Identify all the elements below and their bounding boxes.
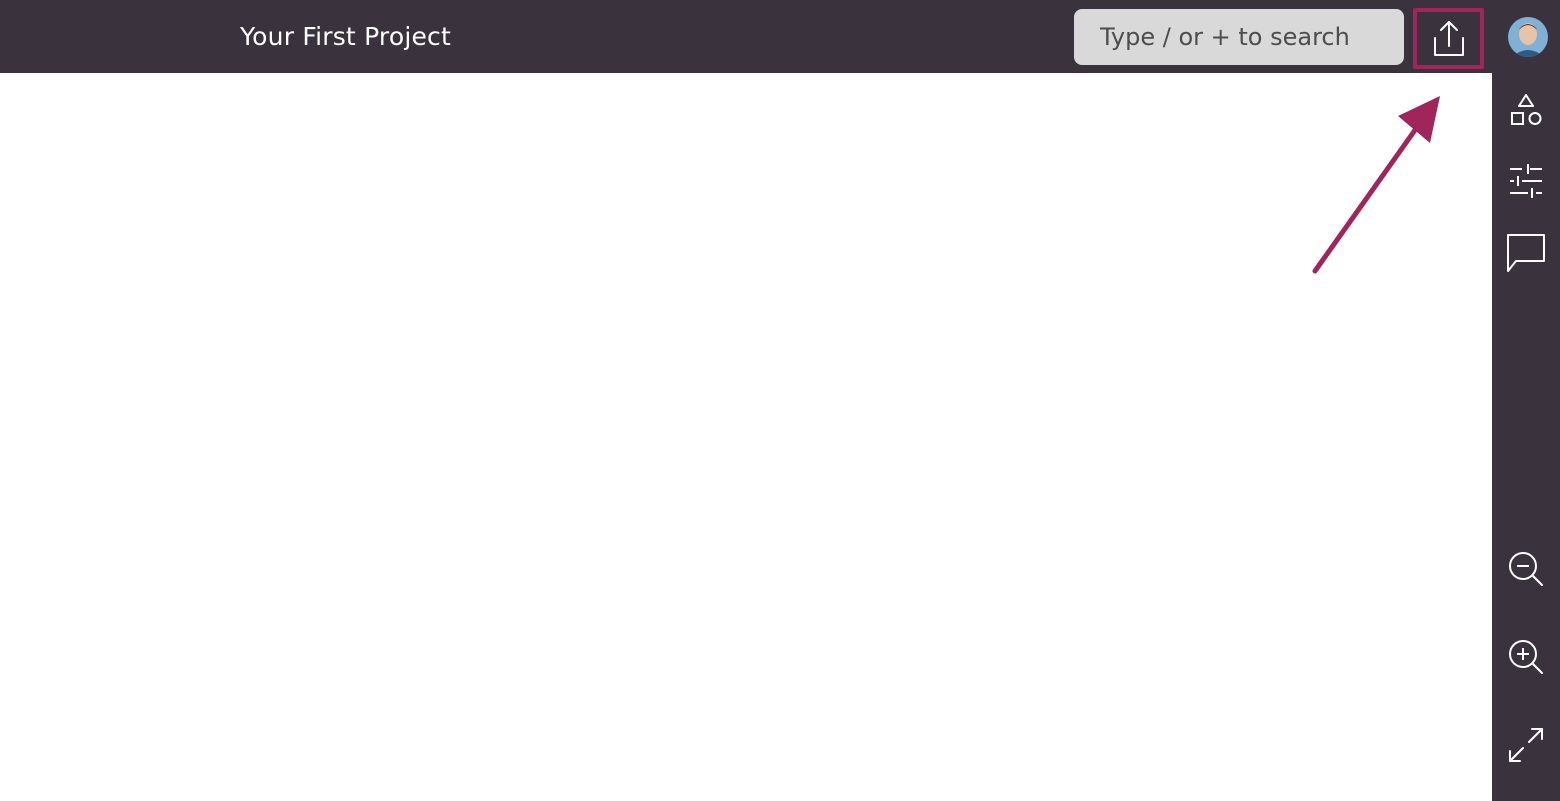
zoom-in-icon	[1509, 640, 1543, 674]
expand-icon	[1509, 728, 1543, 762]
right-toolbar	[1492, 73, 1560, 801]
fullscreen-button[interactable]	[1506, 725, 1546, 765]
share-icon	[1433, 20, 1464, 56]
share-button[interactable]	[1413, 8, 1484, 69]
avatar[interactable]	[1508, 17, 1548, 57]
comments-button[interactable]	[1506, 233, 1546, 273]
canvas[interactable]	[0, 73, 1492, 801]
comment-icon	[1507, 234, 1545, 272]
search-input[interactable]	[1074, 9, 1404, 65]
adjustments-button[interactable]	[1506, 161, 1546, 201]
avatar-image	[1508, 17, 1548, 57]
top-bar: Your First Project	[0, 0, 1560, 73]
arrow-annotation	[1312, 96, 1440, 274]
shapes-icon	[1511, 94, 1542, 125]
sliders-icon	[1510, 164, 1542, 198]
zoom-in-button[interactable]	[1506, 637, 1546, 677]
zoom-out-icon	[1509, 552, 1543, 586]
project-title[interactable]: Your First Project	[240, 21, 451, 53]
zoom-out-button[interactable]	[1506, 549, 1546, 589]
shapes-button[interactable]	[1506, 90, 1546, 130]
